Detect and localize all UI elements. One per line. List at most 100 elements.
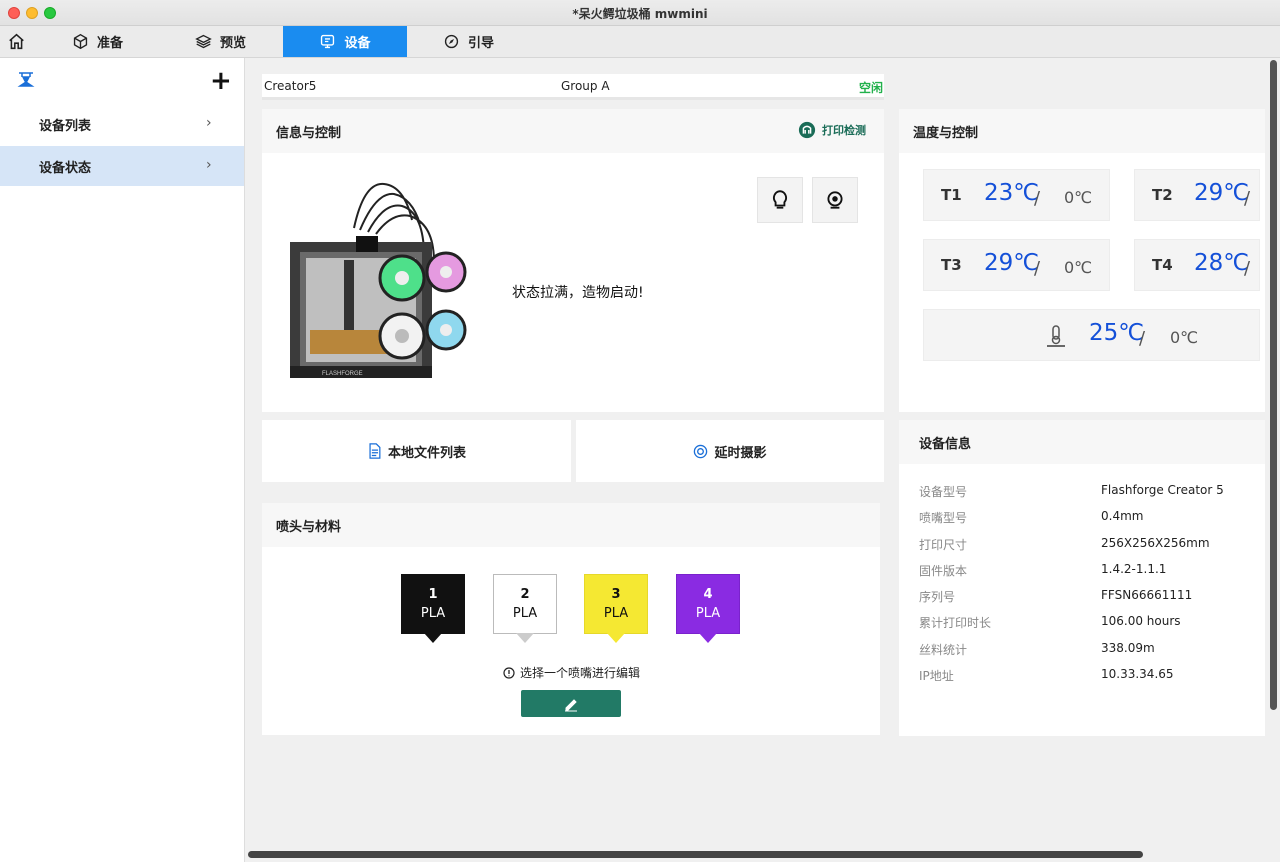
temp-current: 25℃ <box>1089 320 1145 346</box>
chevron-right-icon: › <box>206 115 212 131</box>
info-value: FFSN66661111 <box>1101 588 1193 602</box>
nozzle-3-pointer <box>607 633 625 643</box>
temp-label: T1 <box>941 186 962 204</box>
info-value: 338.09m <box>1101 641 1155 655</box>
webcam-icon <box>827 191 843 209</box>
temp-slash: / <box>1244 258 1251 279</box>
bed-thermometer-icon <box>1047 325 1065 347</box>
tab-preview[interactable]: 预览 <box>195 26 246 57</box>
nozzle-number: 4 <box>703 587 713 602</box>
info-value: Flashforge Creator 5 <box>1101 483 1224 497</box>
temp-slash: / <box>1034 258 1041 279</box>
nozzle-material: PLA <box>512 606 538 621</box>
temp-card-bed[interactable]: 25℃ / 0℃ <box>923 309 1260 361</box>
nozzle-1[interactable]: 1 PLA <box>401 574 465 634</box>
temp-target[interactable]: 0℃ <box>1170 328 1198 347</box>
light-toggle-button[interactable] <box>757 177 803 223</box>
nozzle-material: PLA <box>695 606 721 621</box>
print-check-button[interactable]: 打印检测 <box>798 121 866 139</box>
nozzle-4-pointer <box>699 633 717 643</box>
camera-button[interactable] <box>812 177 858 223</box>
title-bar: *呆火鳄垃圾桶 mwmini <box>0 0 1280 26</box>
info-value: 256X256X256mm <box>1101 536 1210 550</box>
device-group: Group A <box>561 79 610 93</box>
tab-prepare-label: 准备 <box>97 36 124 51</box>
local-files-button[interactable]: 本地文件列表 <box>262 420 571 482</box>
edit-nozzle-button[interactable] <box>521 690 621 717</box>
sidebar-item-device-list[interactable]: 设备列表 › <box>0 104 244 144</box>
print-check-label: 打印检测 <box>822 124 866 137</box>
pencil-icon <box>565 698 577 711</box>
info-value: 10.33.34.65 <box>1101 667 1174 681</box>
info-key: 设备型号 <box>919 485 968 499</box>
temp-slash: / <box>1034 188 1041 209</box>
chevron-right-icon: › <box>206 157 212 173</box>
nozzle-material-title: 喷头与材料 <box>276 519 342 535</box>
nozzle-material: PLA <box>420 606 446 621</box>
info-key: 丝料统计 <box>919 643 968 657</box>
sidebar-item-label: 设备状态 <box>39 160 92 176</box>
home-tab[interactable] <box>8 26 30 57</box>
tab-guide[interactable]: 引导 <box>443 26 494 57</box>
temp-current: 23℃ <box>984 180 1040 206</box>
info-key: 喷嘴型号 <box>919 511 968 525</box>
info-value: 0.4mm <box>1101 509 1144 523</box>
device-status-badge: 空闲 <box>859 81 884 95</box>
sidebar-header: + <box>0 58 245 104</box>
temp-label: T2 <box>1152 186 1173 204</box>
lightbulb-icon <box>772 190 788 209</box>
temp-card-t1[interactable]: T1 23℃ / 0℃ <box>923 169 1110 221</box>
tab-preview-label: 预览 <box>220 36 247 51</box>
info-key: IP地址 <box>919 669 954 683</box>
sidebar-item-device-status[interactable]: 设备状态 › <box>0 146 244 186</box>
nozzle-2-pointer <box>516 633 534 643</box>
temp-current: 29℃ <box>1194 180 1250 206</box>
nozzle-3[interactable]: 3 PLA <box>584 574 648 634</box>
temp-current: 29℃ <box>984 250 1040 276</box>
temp-slash: / <box>1139 328 1146 349</box>
info-key: 固件版本 <box>919 564 968 578</box>
nozzle-edit-hint: 选择一个喷嘴进行编辑 <box>503 664 640 681</box>
temp-slash: / <box>1244 188 1251 209</box>
info-control-header: 信息与控制 打印检测 <box>262 109 884 153</box>
temperature-header: 温度与控制 <box>899 109 1265 153</box>
info-value: 1.4.2-1.1.1 <box>1101 562 1167 576</box>
compass-icon <box>444 34 459 49</box>
nozzle-2[interactable]: 2 PLA <box>493 574 557 634</box>
temp-card-t2[interactable]: T2 29℃ / <box>1134 169 1260 221</box>
printer-logo-icon <box>17 72 35 87</box>
print-check-icon <box>798 121 816 139</box>
device-name: Creator5 <box>264 79 317 93</box>
tab-guide-label: 引导 <box>468 36 495 51</box>
vertical-scrollbar[interactable] <box>1270 60 1277 710</box>
timelapse-button[interactable]: 延时摄影 <box>576 420 884 482</box>
nozzle-material: PLA <box>603 606 629 621</box>
info-icon <box>503 666 515 679</box>
temp-target[interactable]: 0℃ <box>1064 188 1092 207</box>
temp-card-t3[interactable]: T3 29℃ / 0℃ <box>923 239 1110 291</box>
temp-label: T4 <box>1152 256 1173 274</box>
home-icon <box>9 33 24 50</box>
sidebar: + 设备列表 › 设备状态 › <box>0 58 245 862</box>
nozzle-4[interactable]: 4 PLA <box>676 574 740 634</box>
nozzle-number: 3 <box>611 587 621 602</box>
horizontal-scrollbar[interactable] <box>248 851 1143 858</box>
info-key: 累计打印时长 <box>919 616 992 630</box>
nozzle-number: 1 <box>428 587 438 602</box>
nozzle-1-pointer <box>424 633 442 643</box>
temperature-title: 温度与控制 <box>913 125 979 141</box>
tab-prepare[interactable]: 准备 <box>72 26 123 57</box>
cube-icon <box>73 33 88 50</box>
device-info-header: 设备信息 <box>899 420 1265 464</box>
temp-target[interactable]: 0℃ <box>1064 258 1092 277</box>
local-files-label: 本地文件列表 <box>387 445 466 461</box>
info-value: 106.00 hours <box>1101 614 1181 628</box>
printer-image: FLASHFORGE <box>290 182 467 378</box>
add-device-button[interactable]: + <box>210 68 232 94</box>
temp-card-t4[interactable]: T4 28℃ / <box>1134 239 1260 291</box>
window-title: *呆火鳄垃圾桶 mwmini <box>572 7 708 21</box>
tab-device[interactable]: 设备 <box>283 26 407 57</box>
nozzle-material-header: 喷头与材料 <box>262 503 880 547</box>
layers-icon <box>195 34 212 49</box>
tab-device-label: 设备 <box>344 36 371 51</box>
